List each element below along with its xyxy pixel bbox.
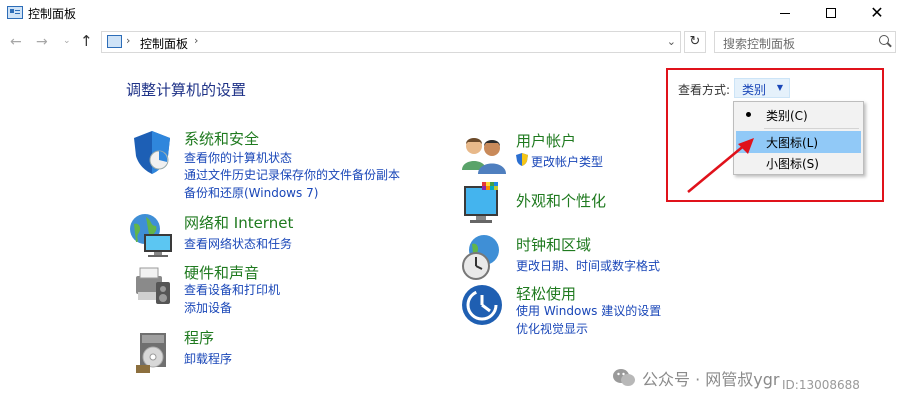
clock-icon[interactable] bbox=[460, 234, 508, 282]
category-network: 网络和 Internet 查看网络状态和任务 bbox=[128, 212, 448, 262]
category-system-security: 系统和安全 查看你的计算机状态 通过文件历史记录保存你的文件备份副本 备份和还原… bbox=[128, 128, 448, 201]
link-change-date-time-format[interactable]: 更改日期、时间或数字格式 bbox=[516, 257, 660, 274]
annotation-arrow-icon bbox=[687, 138, 754, 193]
up-arrow-icon[interactable]: ↑ bbox=[80, 32, 93, 50]
category-appearance: 外观和个性化 bbox=[460, 180, 700, 228]
search-input[interactable]: 搜索控制面板 bbox=[723, 35, 795, 52]
category-title[interactable]: 网络和 Internet bbox=[184, 212, 293, 233]
chevron-right-icon[interactable]: › bbox=[194, 34, 198, 47]
refresh-icon: ↻ bbox=[689, 34, 701, 49]
link-uninstall-program[interactable]: 卸载程序 bbox=[184, 350, 232, 367]
maximize-button[interactable] bbox=[808, 0, 854, 26]
category-user-accounts: 用户帐户 更改帐户类型 bbox=[460, 130, 700, 174]
breadcrumb[interactable]: 控制面板 bbox=[140, 35, 188, 52]
close-button[interactable]: ✕ bbox=[854, 0, 900, 26]
link-optimize-visual-display[interactable]: 优化视觉显示 bbox=[516, 320, 588, 337]
back-arrow-icon[interactable]: ← bbox=[10, 34, 22, 50]
chevron-down-icon[interactable]: ⌄ bbox=[667, 35, 676, 48]
window-title: 控制面板 bbox=[28, 7, 77, 21]
recent-locations-icon[interactable]: ⌄ bbox=[63, 36, 71, 46]
category-hardware-sound: 硬件和声音 查看设备和打印机 添加设备 bbox=[128, 262, 448, 316]
watermark-text: 公众号 · 网管叔ygr bbox=[642, 370, 780, 389]
programs-icon[interactable] bbox=[128, 327, 176, 375]
minimize-button[interactable] bbox=[762, 0, 808, 26]
link-add-device[interactable]: 添加设备 bbox=[184, 299, 232, 316]
printer-icon[interactable] bbox=[128, 262, 176, 310]
link-devices-printers[interactable]: 查看设备和打印机 bbox=[184, 281, 280, 298]
category-title[interactable]: 程序 bbox=[184, 327, 214, 348]
address-bar[interactable]: › 控制面板 › ⌄ bbox=[101, 31, 681, 53]
control-panel-icon bbox=[7, 6, 23, 19]
category-title[interactable]: 硬件和声音 bbox=[184, 262, 259, 283]
page-title: 调整计算机的设置 bbox=[126, 81, 247, 99]
category-title[interactable]: 轻松使用 bbox=[516, 283, 576, 304]
search-box[interactable]: 搜索控制面板 bbox=[714, 31, 896, 53]
uac-shield-icon bbox=[516, 153, 528, 166]
link-file-history[interactable]: 通过文件历史记录保存你的文件备份副本 bbox=[184, 166, 400, 183]
link-network-status[interactable]: 查看网络状态和任务 bbox=[184, 235, 292, 252]
shield-icon[interactable] bbox=[128, 128, 176, 176]
control-panel-icon bbox=[107, 35, 122, 48]
minimize-icon bbox=[780, 12, 790, 14]
monitor-icon[interactable] bbox=[460, 180, 508, 228]
link-view-computer-status[interactable]: 查看你的计算机状态 bbox=[184, 149, 292, 166]
search-icon[interactable] bbox=[879, 35, 889, 45]
category-title[interactable]: 时钟和区域 bbox=[516, 234, 591, 255]
title-bar: 控制面板 ✕ bbox=[0, 0, 900, 26]
category-title[interactable]: 系统和安全 bbox=[184, 128, 259, 149]
chevron-right-icon[interactable]: › bbox=[126, 34, 130, 47]
accessibility-icon[interactable] bbox=[460, 283, 508, 331]
maximize-icon bbox=[826, 8, 836, 18]
category-title[interactable]: 外观和个性化 bbox=[516, 190, 606, 211]
wechat-logo-icon bbox=[613, 369, 635, 386]
link-backup-restore[interactable]: 备份和还原(Windows 7) bbox=[184, 184, 318, 201]
category-programs: 程序 卸载程序 bbox=[128, 327, 448, 373]
network-icon[interactable] bbox=[128, 212, 176, 260]
link-change-account-type[interactable]: 更改帐户类型 bbox=[531, 153, 603, 170]
forward-arrow-icon[interactable]: → bbox=[36, 34, 48, 50]
link-windows-recommended-settings[interactable]: 使用 Windows 建议的设置 bbox=[516, 302, 661, 319]
refresh-button[interactable]: ↻ bbox=[684, 31, 706, 53]
close-icon: ✕ bbox=[870, 3, 884, 22]
category-ease-of-access: 轻松使用 使用 Windows 建议的设置 优化视觉显示 bbox=[460, 283, 720, 337]
watermark: 公众号 · 网管叔ygr ID:13008688 bbox=[612, 364, 898, 394]
navigation-bar: ← → ⌄ ↑ › 控制面板 › ⌄ ↻ 搜索控制面板 bbox=[0, 28, 900, 56]
watermark-id: ID:13008688 bbox=[782, 378, 860, 392]
users-icon[interactable] bbox=[460, 130, 508, 178]
category-clock-region: 时钟和区域 更改日期、时间或数字格式 bbox=[460, 234, 720, 280]
category-title[interactable]: 用户帐户 bbox=[516, 130, 576, 151]
